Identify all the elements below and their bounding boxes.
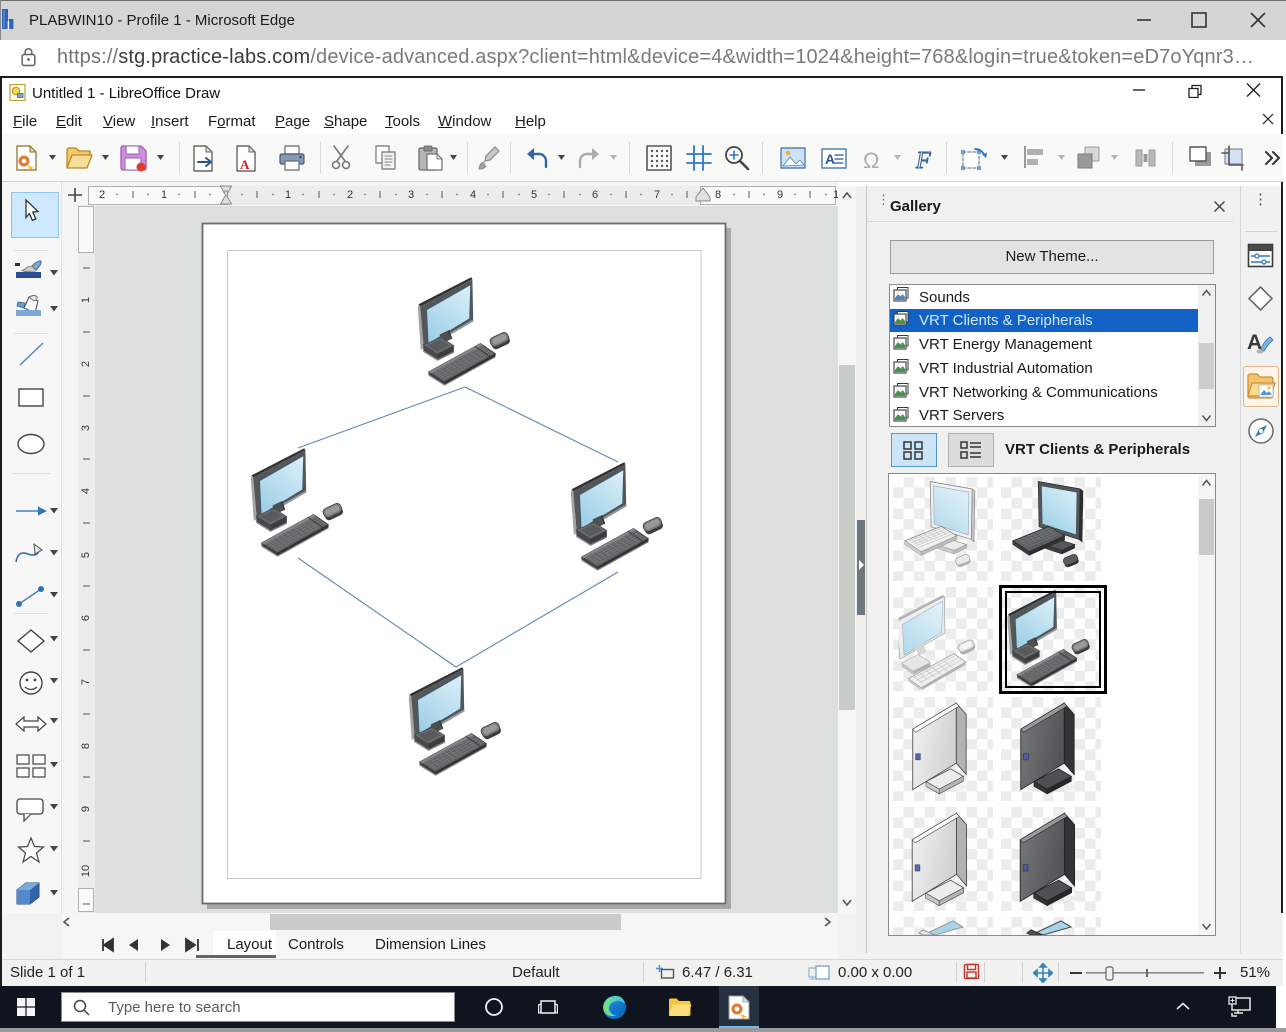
svg-text:9: 9 [777, 189, 783, 201]
svg-text:8: 8 [715, 189, 721, 201]
svg-text:10: 10 [80, 865, 92, 877]
svg-text:5: 5 [80, 552, 92, 558]
svg-text:5: 5 [531, 189, 537, 201]
svg-text:3: 3 [408, 189, 414, 201]
svg-text:9: 9 [80, 806, 92, 812]
svg-text:1: 1 [80, 297, 92, 303]
svg-text:2: 2 [99, 189, 105, 201]
svg-text:3: 3 [80, 425, 92, 431]
svg-text:Ω: Ω [863, 148, 879, 173]
svg-text:8: 8 [80, 743, 92, 749]
svg-text:A: A [240, 157, 250, 172]
svg-text:1: 1 [285, 189, 291, 201]
svg-text:F: F [915, 148, 931, 174]
svg-text:6: 6 [80, 615, 92, 621]
svg-text:4: 4 [470, 189, 476, 201]
svg-text:6: 6 [592, 189, 598, 201]
svg-text:2: 2 [347, 189, 353, 201]
svg-text:7: 7 [654, 189, 660, 201]
svg-text:7: 7 [80, 679, 92, 685]
svg-text:1: 1 [161, 189, 167, 201]
svg-text:A: A [825, 151, 835, 167]
svg-text:2: 2 [80, 361, 92, 367]
svg-text:4: 4 [80, 488, 92, 494]
